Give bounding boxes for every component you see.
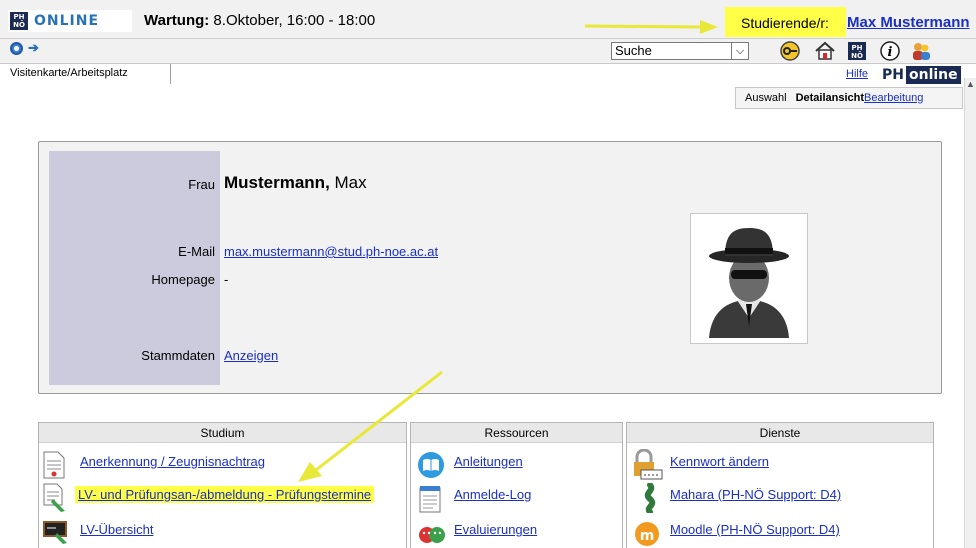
svg-text:m: m — [640, 528, 655, 544]
tab-bearbeitung[interactable]: Bearbeitung — [864, 92, 923, 104]
chalkboard-icon — [43, 519, 69, 547]
link-anerkennung[interactable]: Anerkennung / Zeugnisnachtrag — [80, 454, 265, 469]
section-ressourcen: Ressourcen Anleitungen Anmelde-Log Evalu… — [410, 422, 623, 548]
salutation-label: Frau — [188, 177, 215, 192]
link-pruefungsanmeldung-text[interactable]: LV- und Prüfungsan-/abmeldung - Prüfungs… — [75, 486, 375, 503]
help-link[interactable]: Hilfe — [846, 68, 868, 80]
link-mahara[interactable]: Mahara (PH-NÖ Support: D4) — [670, 487, 841, 502]
ph-online-logo[interactable]: PH NÖ ONLINE — [8, 10, 132, 32]
link-moodle[interactable]: Moodle (PH-NÖ Support: D4) — [670, 522, 840, 537]
maintenance-label: Wartung: — [144, 12, 210, 29]
document-icon — [43, 451, 69, 479]
section-dienste-title: Dienste — [627, 423, 933, 443]
last-name: Mustermann, — [224, 173, 330, 192]
brand-ph: PH — [882, 67, 904, 83]
section-studium: Studium Anerkennung / Zeugnisnachtrag LV… — [38, 422, 407, 548]
mahara-icon — [639, 482, 665, 515]
maintenance-notice: Wartung: 8.Oktober, 16:00 - 18:00 — [144, 12, 375, 29]
spy-avatar-icon — [709, 228, 789, 338]
tab-visitenkarte[interactable]: Visitenkarte/Arbeitsplatz — [6, 64, 171, 84]
user-role-label: Studierende/r: — [741, 15, 829, 31]
link-kennwort-aendern[interactable]: Kennwort ändern — [670, 454, 769, 469]
brand-online: online — [905, 66, 961, 84]
evaluation-faces-icon — [417, 521, 445, 548]
moodle-icon: m — [633, 519, 659, 547]
view-tabs: Auswahl Detailansicht Bearbeitung — [735, 87, 963, 109]
homepage-value: - — [224, 272, 229, 287]
svg-text:PH: PH — [852, 44, 863, 52]
first-name: Max — [329, 173, 367, 192]
tab-auswahl[interactable]: Auswahl — [745, 92, 787, 104]
link-anleitungen[interactable]: Anleitungen — [454, 454, 523, 469]
section-ressourcen-title: Ressourcen — [411, 423, 622, 443]
circle-nav-icon[interactable] — [10, 42, 23, 55]
link-evaluierungen[interactable]: Evaluierungen — [454, 522, 537, 537]
top-header: PH NÖ ONLINE Wartung: 8.Oktober, 16:00 -… — [0, 0, 976, 64]
users-icon[interactable] — [910, 40, 932, 62]
user-name-link[interactable]: Max Mustermann — [847, 14, 970, 31]
person-name: Mustermann, Max — [224, 173, 367, 193]
ph-noe-logo-icon: PH NÖ — [10, 12, 28, 30]
master-data-link[interactable]: Anzeigen — [224, 348, 278, 363]
tab-detailansicht[interactable]: Detailansicht — [796, 92, 864, 104]
header-divider — [0, 38, 976, 39]
svg-text:NÖ: NÖ — [851, 51, 863, 60]
arrow-right-icon[interactable]: ➔ — [28, 40, 39, 56]
key-icon[interactable] — [779, 40, 801, 62]
master-data-label: Stammdaten — [141, 348, 215, 363]
email-link[interactable]: max.mustermann@stud.ph-noe.ac.at — [224, 244, 438, 259]
log-icon — [419, 485, 445, 513]
search-select[interactable]: Suche ⌵ — [611, 42, 749, 60]
scroll-up-icon[interactable]: ▲ — [966, 79, 975, 89]
logo-text: ONLINE — [34, 13, 100, 29]
info-icon[interactable]: i — [879, 40, 901, 62]
chevron-down-icon: ⌵ — [731, 43, 748, 59]
link-anmelde-log[interactable]: Anmelde-Log — [454, 487, 531, 502]
book-icon — [417, 451, 444, 479]
search-select-value: Suche — [615, 43, 652, 58]
section-dienste: Dienste Kennwort ändern Mahara (PH-NÖ Su… — [626, 422, 934, 548]
homepage-label: Homepage — [151, 272, 215, 287]
business-card: Frau Mustermann, Max E-Mail max.musterma… — [38, 141, 942, 394]
ph-noe-icon[interactable]: PH NÖ — [846, 40, 868, 62]
link-pruefungsanmeldung[interactable]: LV- und Prüfungsan-/abmeldung - Prüfungs… — [75, 486, 375, 503]
link-lv-uebersicht[interactable]: LV-Übersicht — [80, 522, 153, 537]
tab-bar: Visitenkarte/Arbeitsplatz Hilfe PH onlin… — [0, 64, 976, 86]
profile-photo — [690, 213, 808, 344]
section-studium-title: Studium — [39, 423, 406, 443]
home-icon[interactable] — [814, 40, 836, 62]
maintenance-value: 8.Oktober, 16:00 - 18:00 — [209, 12, 376, 29]
lock-password-icon — [631, 448, 663, 480]
svg-text:i: i — [888, 45, 893, 60]
vertical-scrollbar[interactable] — [964, 78, 976, 548]
document-edit-icon — [43, 483, 69, 512]
ph-online-brand: PH online — [880, 66, 961, 84]
email-label: E-Mail — [178, 244, 215, 259]
